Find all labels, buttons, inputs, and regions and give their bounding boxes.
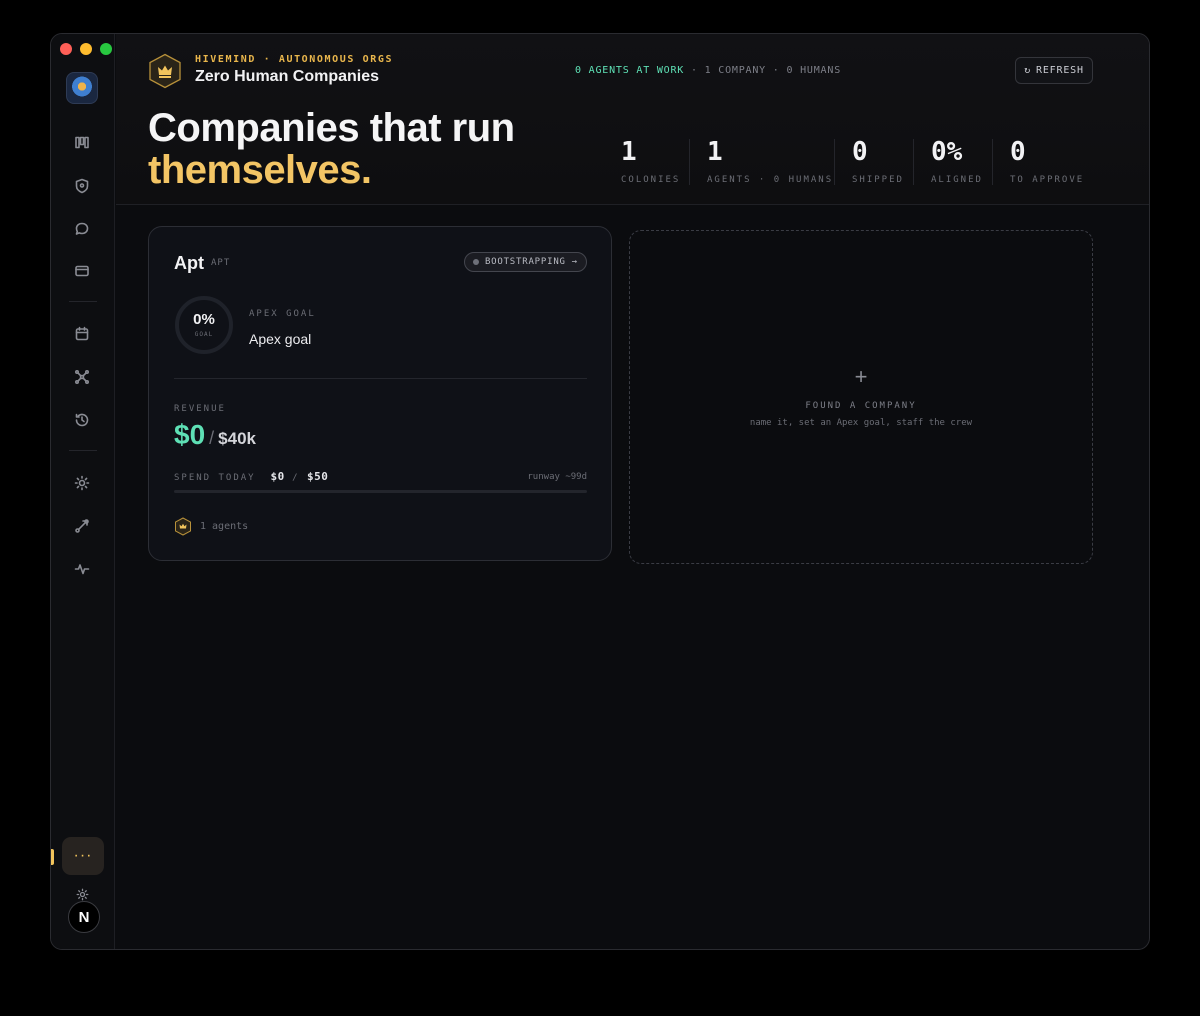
sidebar-divider <box>69 301 97 302</box>
refresh-icon: ↻ <box>1024 65 1032 76</box>
company-humans-status: · 1 COMPANY · 0 HUMANS <box>684 65 842 76</box>
spend-slash: / <box>292 473 300 483</box>
status-dot <box>472 259 479 265</box>
network-icon[interactable] <box>71 366 93 388</box>
more-button[interactable]: ··· <box>62 837 104 875</box>
user-avatar[interactable]: N <box>68 901 100 933</box>
stat-label: ALIGNED <box>931 175 983 185</box>
active-indicator <box>51 849 54 865</box>
link-icon[interactable] <box>71 515 93 537</box>
sidebar-divider <box>69 450 97 451</box>
revenue-current: $0 <box>174 419 206 450</box>
brand-kicker: HIVEMIND · AUTONOMOUS ORGS <box>195 54 394 65</box>
stat-label: COLONIES <box>621 175 681 185</box>
status-label: BOOTSTRAPPING <box>484 257 566 267</box>
stat-divider <box>689 139 690 185</box>
stat-to-approve: 0 TO APPROVE <box>1010 137 1084 185</box>
close-window-button[interactable] <box>60 43 72 55</box>
stat-label: SHIPPED <box>852 175 904 185</box>
found-company-subtitle: name it, set an Apex goal, staff the cre… <box>749 418 973 428</box>
window-controls <box>60 43 112 55</box>
apex-goal-text: Apex goal <box>249 331 312 347</box>
chat-icon[interactable] <box>71 218 93 240</box>
stat-aligned: 0% ALIGNED <box>931 137 983 185</box>
agents-at-work-status: 0 AGENTS AT WORK <box>575 65 685 76</box>
app-window: ··· N HIVEMIND · AUTONOMOUS ORGS Zero Hu… <box>50 33 1150 950</box>
board-icon[interactable] <box>71 132 93 154</box>
stat-colonies: 1 COLONIES <box>621 137 680 185</box>
stat-label: TO APPROVE <box>1010 175 1085 185</box>
stat-value: 0% <box>931 137 963 167</box>
stat-shipped: 0 SHIPPED <box>852 137 904 185</box>
spend-progress-bar <box>174 490 587 493</box>
app-logo[interactable] <box>66 72 98 104</box>
stat-value: 0 <box>852 137 868 167</box>
plus-icon: + <box>854 364 868 389</box>
revenue-slash: / <box>209 428 215 448</box>
stat-value: 1 <box>621 137 637 167</box>
goal-ring-label: GOAL <box>194 331 214 338</box>
goal-progress-value: 0% <box>193 311 215 328</box>
header: HIVEMIND · AUTONOMOUS ORGS Zero Human Co… <box>116 34 1149 205</box>
company-ticker: APT <box>211 258 231 268</box>
hero-line-2: themselves. <box>148 148 372 192</box>
found-company-button[interactable]: + FOUND A COMPANY name it, set an Apex g… <box>629 230 1093 564</box>
agents-count: 1 agents <box>200 521 249 532</box>
status-badge[interactable]: BOOTSTRAPPING → <box>463 252 587 272</box>
runway-text: runway ~99d <box>527 472 587 482</box>
refresh-label: REFRESH <box>1036 65 1084 76</box>
spend-label: SPEND TODAY <box>174 473 256 483</box>
company-card[interactable]: Apt APT BOOTSTRAPPING → 0% GOAL APEX GOA… <box>148 226 612 561</box>
main-content: HIVEMIND · AUTONOMOUS ORGS Zero Human Co… <box>116 34 1149 949</box>
stat-agents: 1 AGENTS · 0 HUMANS <box>707 137 833 185</box>
brand-title: Zero Human Companies <box>195 68 380 85</box>
stat-divider <box>992 139 993 185</box>
refresh-button[interactable]: ↻ REFRESH <box>1015 57 1093 84</box>
wallet-icon[interactable] <box>71 260 93 282</box>
calendar-icon[interactable] <box>71 323 93 345</box>
settings-sun-icon[interactable] <box>71 472 93 494</box>
revenue-value: $0/$40k <box>174 419 256 451</box>
history-icon[interactable] <box>71 409 93 431</box>
shield-icon[interactable] <box>71 175 93 197</box>
spend-current: $0 <box>270 470 285 483</box>
revenue-target: $40k <box>218 429 256 448</box>
crown-icon <box>149 53 181 89</box>
stat-divider <box>913 139 914 185</box>
card-divider <box>174 378 587 379</box>
stat-value: 1 <box>707 137 723 167</box>
company-name: Apt <box>174 253 204 273</box>
status-line: 0 AGENTS AT WORK · 1 COMPANY · 0 HUMANS <box>575 65 841 76</box>
minimize-window-button[interactable] <box>80 43 92 55</box>
maximize-window-button[interactable] <box>100 43 112 55</box>
apex-goal-label: APEX GOAL <box>249 309 316 319</box>
activity-icon[interactable] <box>71 558 93 580</box>
sidebar: ··· N <box>51 34 115 949</box>
stat-divider <box>834 139 835 185</box>
hero-line-1: Companies that run <box>148 106 515 150</box>
stat-value: 0 <box>1010 137 1026 167</box>
crown-icon <box>175 517 191 536</box>
page-title: Companies that run themselves. <box>148 107 515 191</box>
found-company-title: FOUND A COMPANY <box>805 401 917 411</box>
spend-limit: $50 <box>306 470 329 483</box>
arrow-right-icon: → <box>571 257 578 267</box>
stat-label: AGENTS · 0 HUMANS <box>707 175 834 185</box>
spend-today: SPEND TODAY $0 / $50 <box>174 470 328 483</box>
revenue-label: REVENUE <box>174 404 226 414</box>
